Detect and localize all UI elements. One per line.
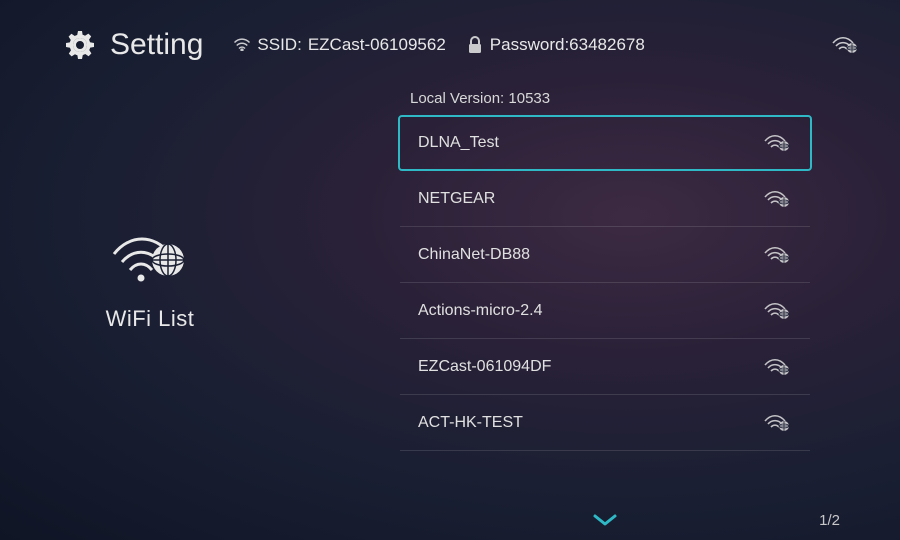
wifi-network-item[interactable]: Actions-micro-2.4 xyxy=(400,283,810,339)
local-version: Local Version: 10533 xyxy=(300,80,870,117)
content: Local Version: 10533 DLNA_Test NETGEAR Chi… xyxy=(300,80,870,540)
list-footer: 1/2 xyxy=(300,500,870,540)
sidebar-label: WiFi List xyxy=(106,306,195,332)
password-value: 63482678 xyxy=(569,35,645,55)
wifi-signal-icon xyxy=(764,301,792,321)
password-label: Password: xyxy=(490,35,569,55)
local-version-label: Local Version: xyxy=(410,90,504,107)
wifi-icon xyxy=(233,36,251,54)
password-info: Password: 63482678 xyxy=(466,35,645,55)
page-indicator: 1/2 xyxy=(819,512,840,529)
wifi-signal-icon xyxy=(764,133,792,153)
wifi-list: DLNA_Test NETGEAR ChinaNet-DB88 Actions-mic… xyxy=(300,117,870,500)
wifi-network-item[interactable]: ChinaNet-DB88 xyxy=(400,227,810,283)
wifi-signal-icon xyxy=(764,245,792,265)
wifi-network-name: EZCast-061094DF xyxy=(418,358,551,376)
chevron-down-icon[interactable] xyxy=(591,512,619,528)
wifi-network-item[interactable]: EZCast-061094DF xyxy=(400,339,810,395)
sidebar: WiFi List xyxy=(0,20,300,540)
wifi-network-name: DLNA_Test xyxy=(418,134,499,152)
wifi-network-item[interactable]: DLNA_Test xyxy=(398,115,812,171)
wifi-network-name: NETGEAR xyxy=(418,190,495,208)
ssid-value: EZCast-06109562 xyxy=(308,35,446,55)
wifi-signal-icon xyxy=(764,189,792,209)
local-version-value: 10533 xyxy=(508,90,550,107)
wifi-signal-icon xyxy=(764,357,792,377)
wifi-network-item[interactable]: NETGEAR xyxy=(400,171,810,227)
wifi-network-name: ChinaNet-DB88 xyxy=(418,246,530,264)
main: WiFi List Local Version: 10533 DLNA_Test… xyxy=(0,80,900,540)
lock-icon xyxy=(466,36,484,54)
wifi-network-item[interactable]: ACT-HK-TEST xyxy=(400,395,810,451)
wifi-status-icon xyxy=(832,35,860,55)
wifi-network-name: Actions-micro-2.4 xyxy=(418,302,542,320)
wifi-network-name: ACT-HK-TEST xyxy=(418,414,523,432)
wifi-globe-icon xyxy=(110,228,190,288)
wifi-signal-icon xyxy=(764,413,792,433)
